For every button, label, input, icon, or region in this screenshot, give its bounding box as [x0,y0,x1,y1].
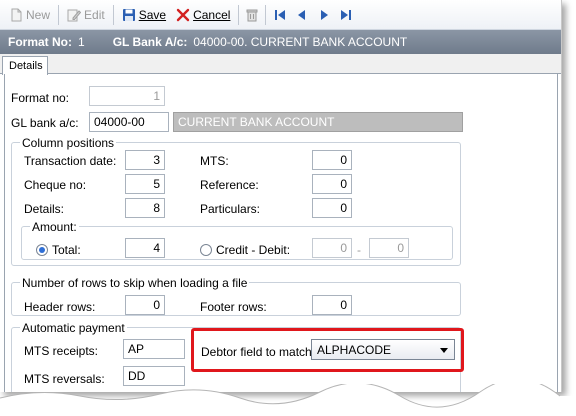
credit-debit-label: Credit - Debit: [216,243,291,257]
particulars-label: Particulars: [200,202,261,216]
particulars-field[interactable]: 0 [312,198,352,218]
edit-button[interactable]: Edit [62,3,110,27]
details-label: Details: [24,202,65,216]
previous-record-button[interactable] [291,3,313,27]
last-record-button[interactable] [335,3,357,27]
amount-title: Amount: [30,220,79,234]
toolbar-separator [112,4,114,25]
toolbar-separator [265,4,267,25]
header-rows-label: Header rows: [24,300,96,314]
new-button[interactable]: New [4,3,55,27]
save-label: Save [138,7,167,22]
details-field[interactable]: 8 [125,198,165,218]
first-record-icon [275,9,286,20]
reference-label: Reference: [200,178,259,192]
edit-icon [67,9,82,21]
reference-field[interactable]: 0 [312,174,352,194]
format-no-header-label: Format No: [8,35,72,49]
mts-receipts-field[interactable]: AP [123,339,185,359]
transaction-date-field[interactable]: 3 [125,150,165,170]
format-no-header-value: 1 [78,35,85,49]
tab-strip: Details [0,54,561,75]
total-label: Total: [52,243,81,257]
cheque-no-field[interactable]: 5 [125,174,165,194]
cheque-no-label: Cheque no: [24,178,87,192]
save-disk-icon [122,8,135,21]
toolbar-separator [58,4,60,25]
header-rows-field[interactable]: 0 [125,295,165,315]
new-label: New [26,7,51,22]
save-button[interactable]: Save [117,3,171,27]
next-record-icon [321,9,329,20]
debtor-field-selected-value: ALPHACODE [317,343,392,357]
cancel-label: Cancel [193,7,231,22]
column-positions-title: Column positions [20,136,117,150]
toolbar-separator [238,4,240,25]
debtor-field-label: Debtor field to match: [201,345,316,359]
debtor-field-select[interactable]: ALPHACODE [311,339,455,360]
gl-bank-header-label: GL Bank A/c: [112,35,188,49]
edit-label: Edit [84,7,105,22]
skip-rows-title: Number of rows to skip when loading a fi… [20,276,250,290]
debit-field[interactable]: 0 [369,238,409,258]
mts-reversals-field[interactable]: DD [123,366,185,386]
toolbar: New Edit Save Cancel [0,0,561,30]
mts-field[interactable]: 0 [312,150,352,170]
cancel-x-icon [176,8,190,21]
transaction-date-label: Transaction date: [24,154,117,168]
format-no-label: Format no: [11,91,70,105]
total-field[interactable]: 4 [125,238,165,258]
gl-bank-code-field[interactable]: 04000-00 [89,112,169,132]
total-radio[interactable] [36,244,48,256]
mts-receipts-label: MTS receipts: [24,344,99,358]
trash-icon [246,9,258,21]
credit-field[interactable]: 0 [312,238,352,258]
previous-record-icon [298,9,306,20]
gl-bank-name-field: CURRENT BANK ACCOUNT [173,112,463,132]
record-header-bar: Format No: 1 GL Bank A/c: 04000-00. CURR… [0,30,561,54]
new-document-icon [11,8,22,21]
gl-bank-header-value: 04000-00. CURRENT BANK ACCOUNT [193,35,408,49]
tab-details[interactable]: Details [2,56,48,75]
details-panel: Format no: 1 GL bank a/c: 04000-00 CURRE… [4,74,558,392]
credit-debit-separator: - [357,243,361,257]
chevron-down-icon [440,348,448,353]
delete-button[interactable] [242,3,262,27]
next-record-button[interactable] [313,3,335,27]
last-record-icon [341,9,352,20]
mts-label: MTS: [200,154,229,168]
footer-rows-label: Footer rows: [200,300,267,314]
torn-edge [0,384,576,416]
gl-bank-label: GL bank a/c: [11,116,79,130]
format-window: New Edit Save Cancel Format No: 1 GL Ban… [0,0,562,392]
automatic-payment-title: Automatic payment [20,321,127,335]
cancel-button[interactable]: Cancel [171,3,235,27]
credit-debit-radio[interactable] [200,244,212,256]
first-record-button[interactable] [269,3,291,27]
footer-rows-field[interactable]: 0 [312,295,352,315]
format-no-field[interactable]: 1 [89,86,165,106]
